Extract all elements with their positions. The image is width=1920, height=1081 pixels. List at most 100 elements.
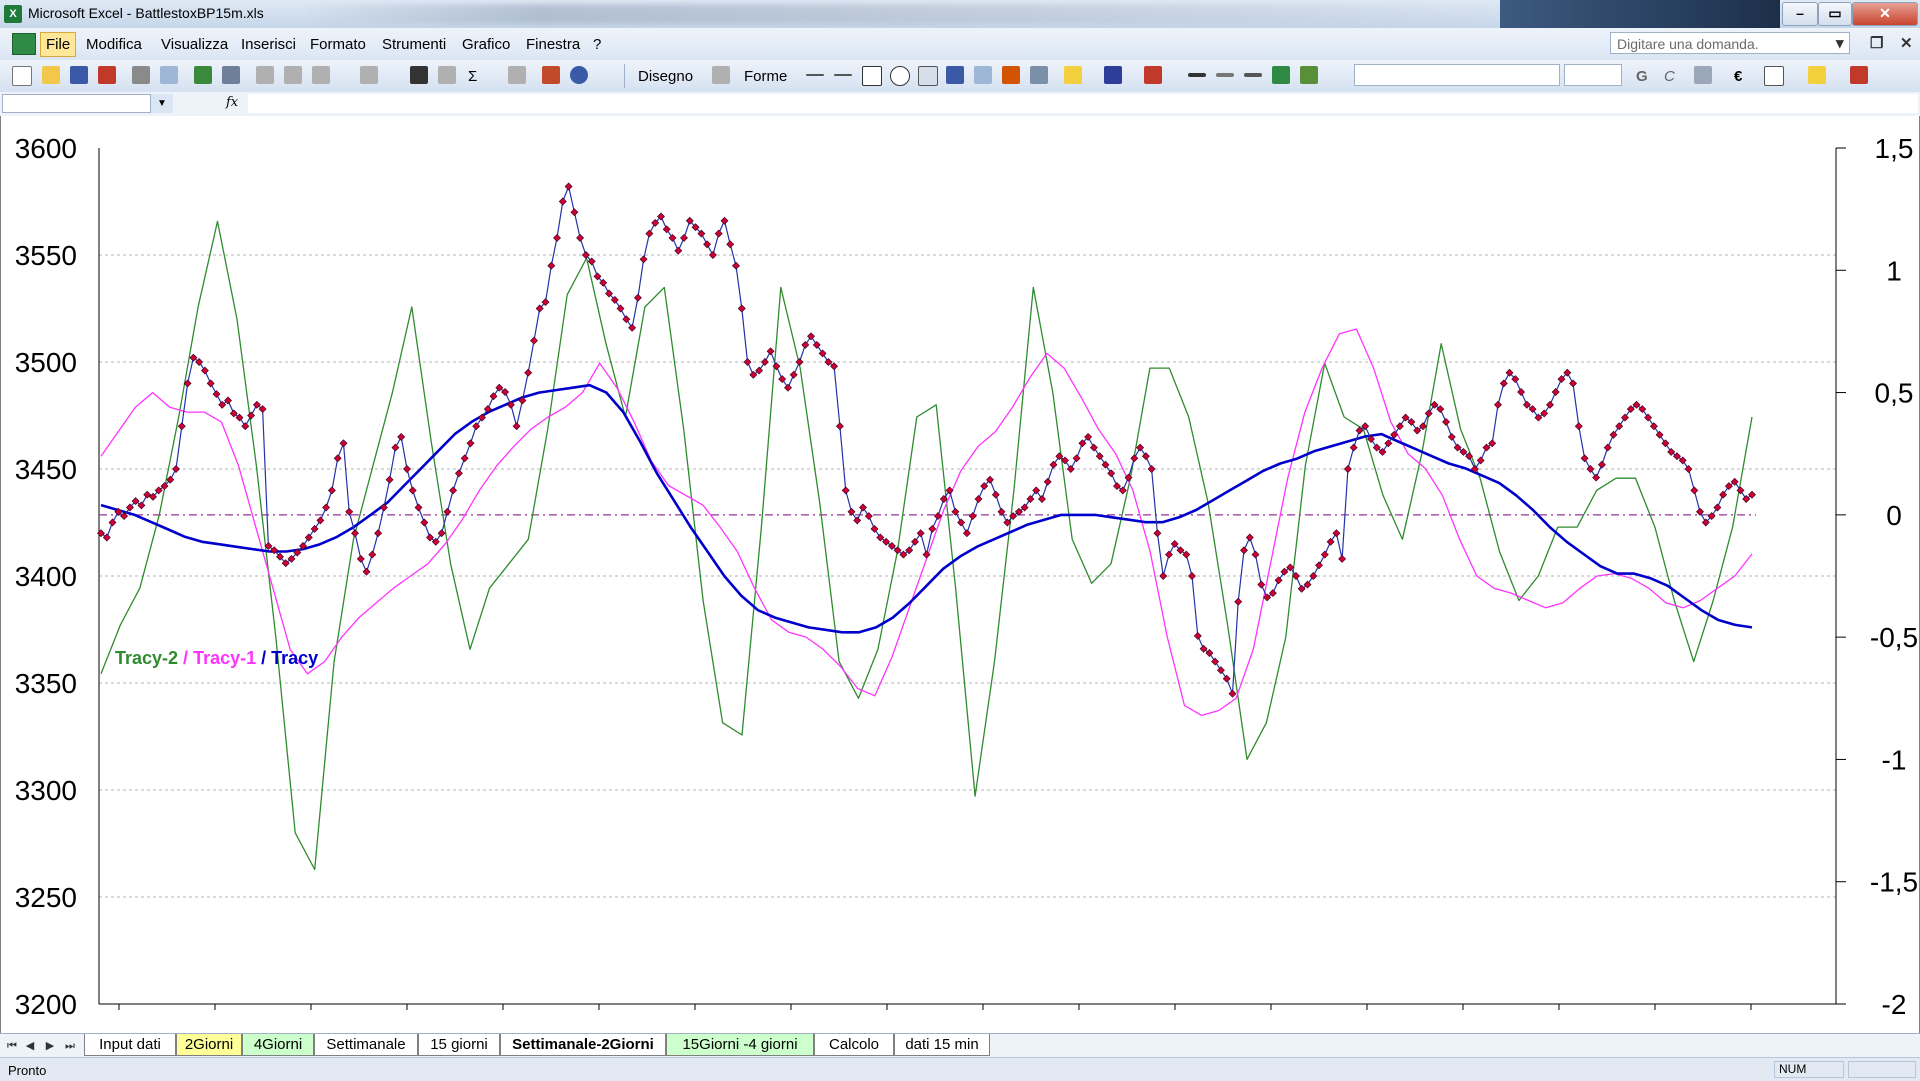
sheet-tab-settimanale-2giorni[interactable]: Settimanale-2Giorni xyxy=(500,1034,666,1056)
menu-inserisci[interactable]: Inserisci xyxy=(241,36,296,53)
clipart-icon[interactable] xyxy=(1002,66,1020,84)
price-point xyxy=(622,315,631,324)
price-point xyxy=(558,197,567,206)
chart-icon[interactable] xyxy=(542,66,560,84)
sheet-tab-15-giorni[interactable]: 15 giorni xyxy=(418,1034,500,1056)
chart-area[interactable]: 3600 3550 3500 3450 3400 3350 3300 3250 3200 1,5 1… xyxy=(0,116,1920,1033)
font-color-icon-2[interactable] xyxy=(1850,66,1868,84)
menu-visualizza[interactable]: Visualizza xyxy=(161,36,228,53)
sheet-tab-2giorni[interactable]: 2Giorni xyxy=(176,1034,242,1056)
paste-icon[interactable] xyxy=(312,66,330,84)
shadow-icon[interactable] xyxy=(1272,66,1290,84)
fill-color-icon[interactable] xyxy=(1064,66,1082,84)
new-icon[interactable] xyxy=(12,66,32,86)
font-name-select[interactable] xyxy=(1354,64,1560,86)
dash-style-icon[interactable] xyxy=(1216,73,1234,77)
menu-help[interactable]: ? xyxy=(593,36,601,53)
sheet-tab-calcolo[interactable]: Calcolo xyxy=(814,1034,894,1056)
next-sheet-button[interactable]: ▶ xyxy=(42,1038,58,1054)
menu-finestra[interactable]: Finestra xyxy=(526,36,580,53)
price-point xyxy=(991,490,1000,499)
italic-button[interactable]: C xyxy=(1664,68,1675,85)
first-sheet-button[interactable]: ⏮ xyxy=(4,1038,20,1054)
price-point xyxy=(674,246,683,255)
shapes-menu[interactable]: Forme xyxy=(744,68,787,85)
close-doc-icon[interactable]: ✕ xyxy=(1900,34,1913,52)
price-point xyxy=(368,550,377,559)
font-size-select[interactable] xyxy=(1564,64,1622,86)
euro-icon[interactable]: € xyxy=(1734,68,1742,85)
print-icon[interactable] xyxy=(132,66,150,84)
3d-icon[interactable] xyxy=(1300,66,1318,84)
sheet-tab-15giorni-4giorni[interactable]: 15Giorni -4 giorni xyxy=(666,1034,814,1056)
excel-app-icon[interactable]: X xyxy=(4,5,22,23)
select-objects-icon[interactable] xyxy=(712,66,730,84)
wordart-icon[interactable] xyxy=(946,66,964,84)
blurred-title-region xyxy=(300,4,1500,24)
menu-modifica[interactable]: Modifica xyxy=(86,36,142,53)
fx-icon[interactable]: fx xyxy=(226,95,238,110)
oval-icon[interactable] xyxy=(890,66,910,86)
line-chart[interactable]: 3600 3550 3500 3450 3400 3350 3300 3250 3200 1,5 1… xyxy=(1,116,1919,1033)
price-point xyxy=(449,486,458,495)
menu-formato[interactable]: Formato xyxy=(310,36,366,53)
fill-color-icon-2[interactable] xyxy=(1808,66,1826,84)
formula-input[interactable] xyxy=(248,94,1918,113)
price-point xyxy=(1049,460,1058,469)
spelling-icon[interactable] xyxy=(194,66,212,84)
menu-file[interactable]: File xyxy=(40,32,77,57)
maximize-button[interactable]: ▭ xyxy=(1818,2,1852,26)
chevron-down-icon[interactable]: ▾ xyxy=(1836,34,1844,52)
arrow-icon[interactable] xyxy=(834,74,852,76)
price-point xyxy=(1655,430,1664,439)
sheet-tab-4giorni[interactable]: 4Giorni xyxy=(242,1034,314,1056)
line-style-icon[interactable] xyxy=(1188,73,1206,77)
diagram-icon[interactable] xyxy=(974,66,992,84)
research-icon[interactable] xyxy=(222,66,240,84)
sheet-icon[interactable] xyxy=(12,33,36,55)
textbox-icon[interactable] xyxy=(918,66,938,86)
hyperlink-icon[interactable] xyxy=(438,66,456,84)
borders-icon[interactable] xyxy=(1764,66,1784,86)
line-icon[interactable] xyxy=(806,74,824,76)
right-tick-label: -2 xyxy=(1882,989,1907,1020)
arrow-style-icon[interactable] xyxy=(1244,73,1262,77)
cut-icon[interactable] xyxy=(256,66,274,84)
chart-wizard-icon[interactable] xyxy=(410,66,428,84)
permission-icon[interactable] xyxy=(98,66,116,84)
prev-sheet-button[interactable]: ◀ xyxy=(22,1038,38,1054)
bold-button[interactable]: G xyxy=(1636,68,1648,85)
rectangle-icon[interactable] xyxy=(862,66,882,86)
price-point xyxy=(732,261,740,270)
align-icon[interactable] xyxy=(1694,66,1712,84)
last-sheet-button[interactable]: ⏭ xyxy=(62,1038,78,1054)
print-preview-icon[interactable] xyxy=(160,66,178,84)
draw-menu[interactable]: Disegno xyxy=(638,68,693,85)
name-box[interactable] xyxy=(2,94,172,113)
sheet-tab-settimanale[interactable]: Settimanale xyxy=(314,1034,418,1056)
line-color-icon[interactable] xyxy=(1104,66,1122,84)
price-point xyxy=(1603,443,1612,452)
right-tick-label: 1,5 xyxy=(1875,133,1914,164)
price-point xyxy=(1234,597,1243,606)
close-button[interactable]: ✕ xyxy=(1852,2,1918,26)
status-bar: Pronto NUM xyxy=(0,1057,1920,1081)
minimize-button[interactable]: – xyxy=(1782,2,1818,26)
save-icon[interactable] xyxy=(70,66,88,84)
right-tick-label: 0,5 xyxy=(1875,378,1914,409)
autosum-icon[interactable]: Σ xyxy=(468,68,477,85)
open-icon[interactable] xyxy=(42,66,60,84)
menu-strumenti[interactable]: Strumenti xyxy=(382,36,446,53)
copy-icon[interactable] xyxy=(284,66,302,84)
help-search-input[interactable]: Digitare una domanda. xyxy=(1610,32,1850,54)
chevron-down-icon[interactable]: ▼ xyxy=(150,94,173,113)
font-color-icon[interactable] xyxy=(1144,66,1162,84)
undo-icon[interactable] xyxy=(360,66,378,84)
sheet-tab-input-dati[interactable]: Input dati xyxy=(84,1034,176,1056)
sheet-tab-dati-15-min[interactable]: dati 15 min xyxy=(894,1034,990,1056)
restore-icon[interactable]: ❐ xyxy=(1870,34,1883,52)
help-icon[interactable] xyxy=(570,66,588,84)
menu-grafico[interactable]: Grafico xyxy=(462,36,510,53)
picture-icon[interactable] xyxy=(1030,66,1048,84)
sort-icon[interactable] xyxy=(508,66,526,84)
